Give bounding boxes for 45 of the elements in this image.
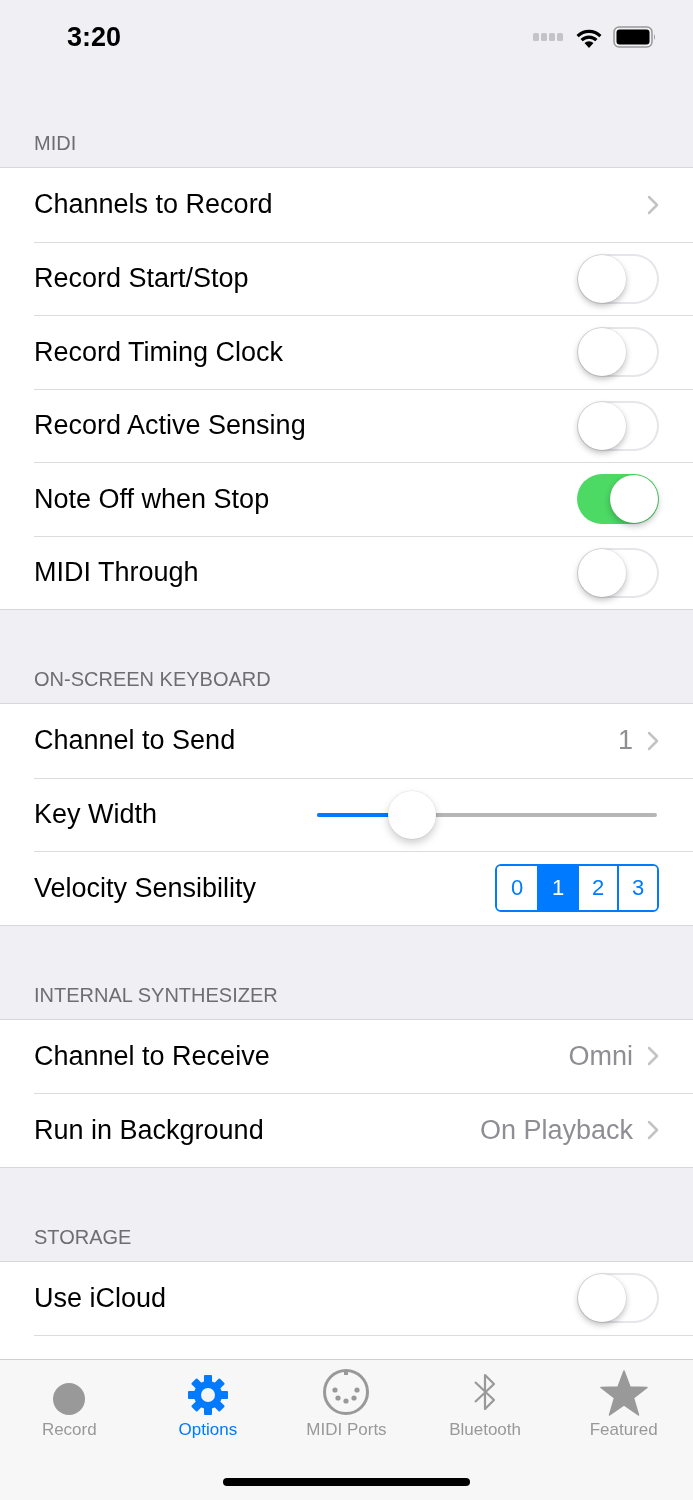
tab-item[interactable]: MIDI Ports — [277, 1360, 416, 1444]
row-label: Record Active Sensing — [34, 410, 307, 442]
row-label: Note Off when Stop — [34, 483, 271, 515]
row-label: Channels to Record — [34, 189, 274, 221]
chevron-icon[interactable] — [647, 1046, 659, 1067]
chevron-icon[interactable] — [647, 194, 659, 215]
circle-icon — [52, 1382, 87, 1416]
tab-item[interactable]: Bluetooth — [415, 1360, 555, 1444]
row-label: MIDI Through — [34, 557, 200, 589]
slider-track[interactable] — [317, 790, 657, 839]
section-header: INTERNAL SYNTHESIZER — [33, 982, 279, 1008]
toggle-switch[interactable] — [577, 474, 659, 525]
row-label: Record Timing Clock — [34, 336, 285, 368]
status-time: 3:20 — [67, 21, 122, 53]
row-label: Record Start/Stop — [34, 263, 250, 295]
row-value: On Playback — [479, 1114, 633, 1146]
settings-icon — [186, 1374, 229, 1416]
chevron-icon[interactable] — [647, 1120, 659, 1141]
toggle-switch[interactable] — [577, 327, 659, 378]
row-value: 1 — [617, 725, 633, 757]
tab-item[interactable]: Record — [0, 1360, 139, 1444]
toggle-switch[interactable] — [577, 400, 659, 451]
row-label: Channel to Send — [34, 725, 237, 757]
row-label: Key Width — [34, 799, 159, 831]
toggle-switch[interactable] — [577, 253, 659, 304]
section-header: ON-SCREEN KEYBOARD — [33, 667, 272, 692]
star-icon — [599, 1370, 648, 1416]
segment-button[interactable]: 3 — [617, 866, 657, 911]
tab-item[interactable]: Featured — [554, 1360, 693, 1444]
row-label: Velocity Sensibility — [34, 872, 258, 904]
section-header: MIDI — [33, 131, 78, 156]
battery-icon — [613, 26, 657, 48]
segment-button[interactable]: 1 — [537, 866, 577, 911]
signal-icon — [533, 33, 565, 41]
row-value: Omni — [568, 1040, 633, 1072]
row-label: Channel to Receive — [34, 1040, 271, 1072]
tab-item[interactable]: Options — [138, 1360, 278, 1444]
slider-thumb[interactable] — [388, 790, 437, 839]
row-label: Run in Background — [34, 1114, 265, 1146]
chevron-icon[interactable] — [647, 730, 659, 751]
section-header: STORAGE — [33, 1224, 133, 1250]
midi-connector-icon — [322, 1368, 371, 1416]
row-label: Use iCloud — [34, 1282, 168, 1314]
toggle-switch[interactable] — [577, 1273, 659, 1324]
toggle-switch[interactable] — [577, 547, 659, 598]
